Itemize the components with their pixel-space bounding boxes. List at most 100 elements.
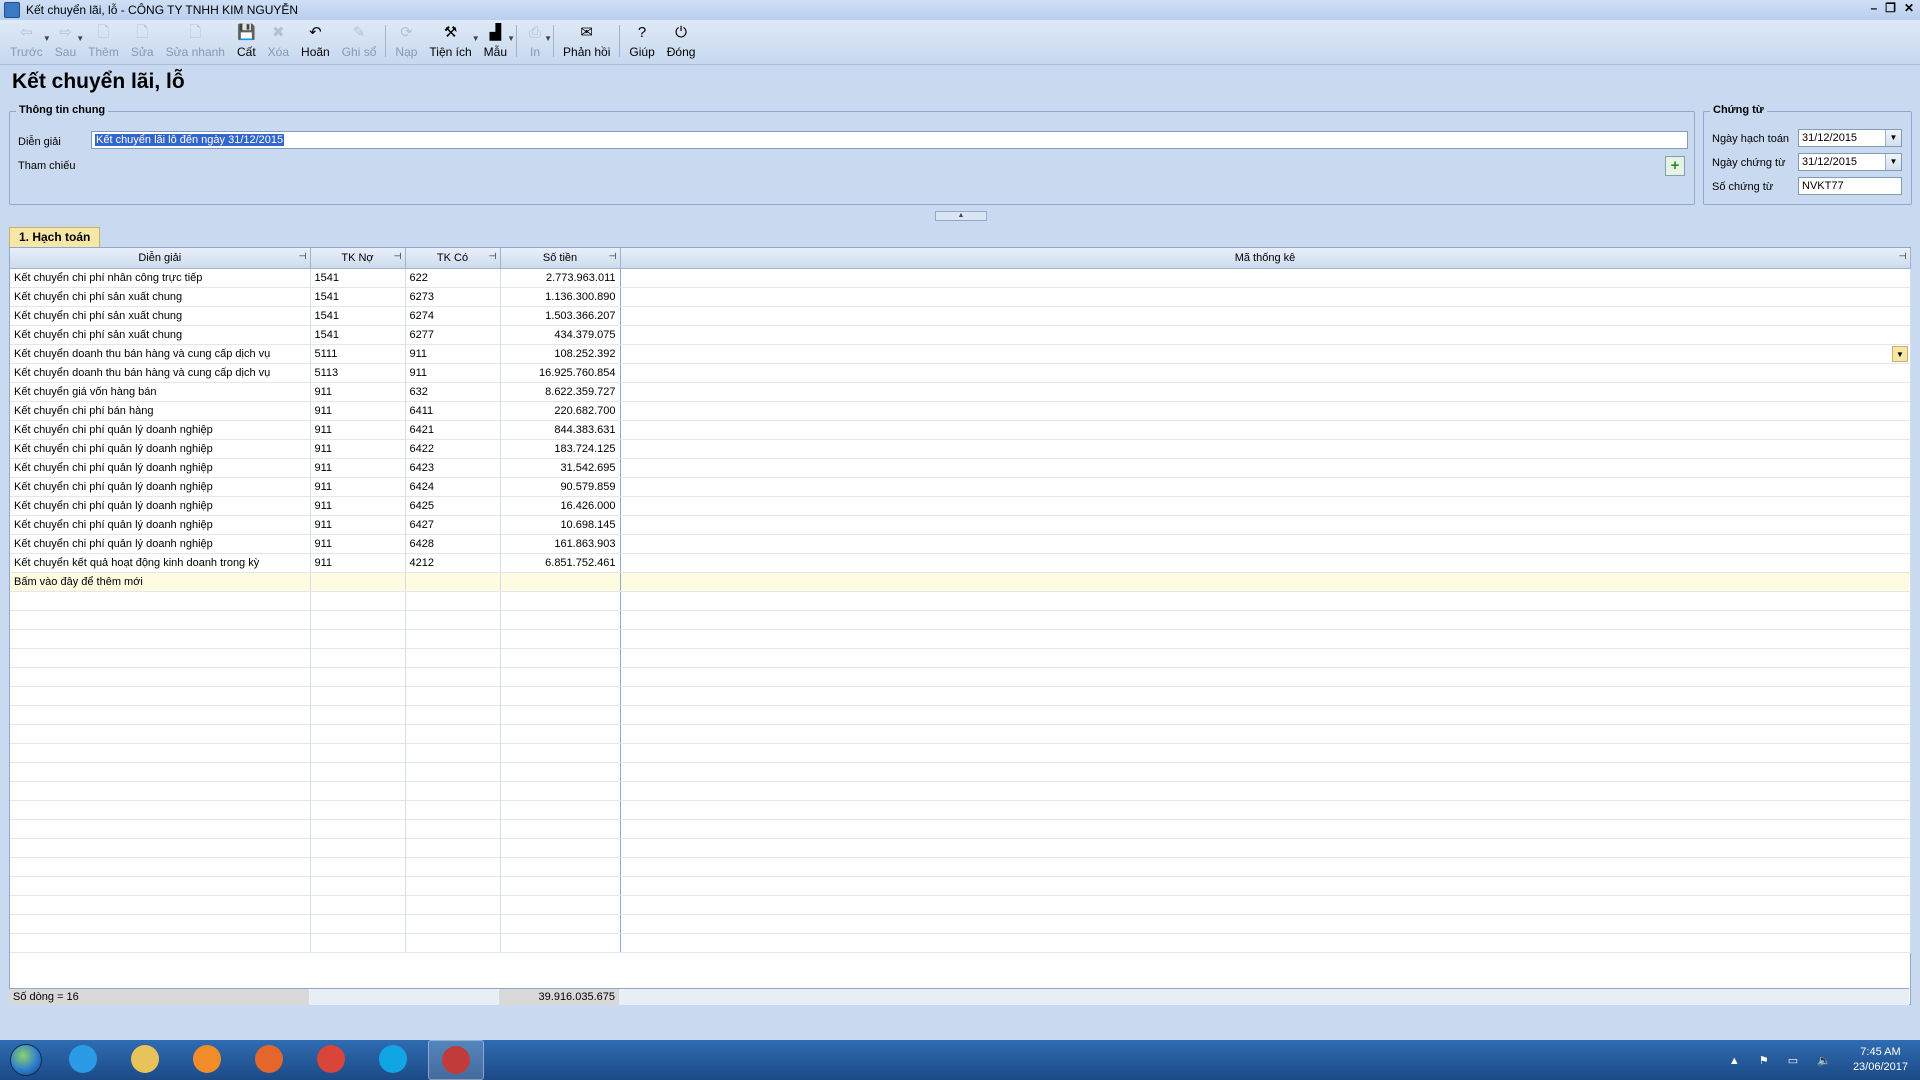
empty-row[interactable] xyxy=(10,705,1911,725)
toolbar-load-button[interactable]: ⟳ Nạp xyxy=(389,20,423,60)
empty-cell[interactable] xyxy=(10,724,311,744)
voucher-date-dropdown[interactable]: ▼ xyxy=(1885,154,1901,170)
description-cell[interactable]: Kết chuyển doanh thu bán hàng và cung cấ… xyxy=(10,344,311,364)
empty-cell[interactable] xyxy=(500,914,621,934)
credit-account-cell[interactable]: 6274 xyxy=(405,306,501,326)
empty-cell[interactable] xyxy=(405,610,501,630)
description-cell[interactable]: Kết chuyển giá vốn hàng bán xyxy=(10,382,311,402)
debit-account-cell[interactable]: 911 xyxy=(310,515,406,535)
empty-cell[interactable] xyxy=(10,819,311,839)
debit-account-cell[interactable]: 1541 xyxy=(310,268,406,288)
description-cell[interactable]: Kết chuyển chi phí quản lý doanh nghiệp xyxy=(10,515,311,535)
description-cell[interactable]: Kết chuyển chi phí quản lý doanh nghiệp xyxy=(10,439,311,459)
table-row[interactable]: Kết chuyển chi phí quản lý doanh nghiệp 9… xyxy=(10,534,1911,554)
empty-cell[interactable] xyxy=(620,781,1911,801)
empty-cell[interactable] xyxy=(405,762,501,782)
empty-row[interactable] xyxy=(10,857,1911,877)
amount-cell[interactable]: 8.622.359.727 xyxy=(500,382,621,402)
statistic-code-dropdown[interactable]: ▼ xyxy=(1892,346,1908,362)
empty-cell[interactable] xyxy=(405,933,501,953)
empty-row[interactable] xyxy=(10,743,1911,763)
empty-cell[interactable] xyxy=(500,743,621,763)
amount-cell[interactable]: 6.851.752.461 xyxy=(500,553,621,573)
taskbar-app-button[interactable] xyxy=(56,1040,110,1078)
tab-accounting[interactable]: 1. Hạch toán xyxy=(9,227,101,247)
empty-cell[interactable] xyxy=(405,838,501,858)
table-row[interactable]: Kết chuyển doanh thu bán hàng và cung cấ… xyxy=(10,344,1911,364)
table-row[interactable]: Kết chuyển chi phí bán hàng 911 6411 220.68… xyxy=(10,401,1911,421)
empty-row[interactable] xyxy=(10,724,1911,744)
toolbar-feedback-button[interactable]: ✉ Phản hồi xyxy=(557,20,616,60)
empty-cell[interactable] xyxy=(500,838,621,858)
empty-cell[interactable] xyxy=(10,610,311,630)
toolbar-edit-button[interactable]: 🗋 Sửa xyxy=(125,20,160,60)
statistic-code-cell[interactable] xyxy=(620,477,1911,497)
empty-cell[interactable] xyxy=(310,895,406,915)
minimize-button[interactable]: – xyxy=(1870,1,1877,15)
credit-account-cell[interactable]: 911 xyxy=(405,363,501,383)
empty-cell[interactable] xyxy=(405,724,501,744)
toolbar-utility-button[interactable]: ⚒ Tiện ích ▼ xyxy=(423,20,479,60)
empty-cell[interactable] xyxy=(310,648,406,668)
empty-cell[interactable] xyxy=(310,857,406,877)
empty-cell[interactable] xyxy=(620,572,1911,592)
empty-cell[interactable] xyxy=(405,800,501,820)
add-new-row[interactable]: Bấm vào đây để thêm mới xyxy=(10,572,1911,592)
statistic-code-cell[interactable] xyxy=(620,534,1911,554)
empty-cell[interactable] xyxy=(620,591,1911,611)
amount-cell[interactable]: 16.925.760.854 xyxy=(500,363,621,383)
empty-cell[interactable] xyxy=(10,743,311,763)
empty-cell[interactable] xyxy=(500,762,621,782)
empty-cell[interactable] xyxy=(310,838,406,858)
empty-cell[interactable] xyxy=(10,876,311,896)
empty-cell[interactable] xyxy=(620,933,1911,953)
debit-account-cell[interactable]: 911 xyxy=(310,439,406,459)
table-row[interactable]: Kết chuyển chi phí quản lý doanh nghiệp 9… xyxy=(10,477,1911,497)
empty-cell[interactable] xyxy=(405,648,501,668)
amount-cell[interactable]: 1.136.300.890 xyxy=(500,287,621,307)
pin-icon[interactable]: ⊣ xyxy=(299,251,307,262)
empty-cell[interactable] xyxy=(620,895,1911,915)
empty-cell[interactable] xyxy=(500,800,621,820)
amount-cell[interactable]: 90.579.859 xyxy=(500,477,621,497)
empty-cell[interactable] xyxy=(310,686,406,706)
empty-row[interactable] xyxy=(10,895,1911,915)
empty-cell[interactable] xyxy=(500,705,621,725)
clock[interactable]: 7:45 AM 23/06/2017 xyxy=(1853,1045,1908,1075)
empty-cell[interactable] xyxy=(620,819,1911,839)
debit-account-cell[interactable]: 1541 xyxy=(310,287,406,307)
empty-cell[interactable] xyxy=(500,781,621,801)
table-row[interactable]: Kết chuyển chi phí quản lý doanh nghiệp 9… xyxy=(10,420,1911,440)
taskbar-app-button[interactable] xyxy=(118,1040,172,1078)
empty-cell[interactable] xyxy=(310,610,406,630)
debit-account-cell[interactable]: 911 xyxy=(310,458,406,478)
empty-cell[interactable] xyxy=(620,724,1911,744)
empty-cell[interactable] xyxy=(500,876,621,896)
credit-account-cell[interactable]: 6411 xyxy=(405,401,501,421)
toolbar-quickedit-button[interactable]: 🗋 Sửa nhanh xyxy=(160,20,231,60)
empty-cell[interactable] xyxy=(310,781,406,801)
pin-icon[interactable]: ⊣ xyxy=(1899,251,1907,262)
toolbar-close-button[interactable]: ⏻ Đóng xyxy=(661,20,702,60)
empty-cell[interactable] xyxy=(500,667,621,687)
description-cell[interactable]: Kết chuyển chi phí quản lý doanh nghiệp xyxy=(10,496,311,516)
empty-cell[interactable] xyxy=(310,705,406,725)
empty-cell[interactable] xyxy=(10,838,311,858)
table-row[interactable]: Kết chuyển doanh thu bán hàng và cung cấ… xyxy=(10,363,1911,383)
table-row[interactable]: Kết chuyển chi phí quản lý doanh nghiệp 9… xyxy=(10,496,1911,516)
statistic-code-cell[interactable] xyxy=(620,496,1911,516)
debit-account-cell[interactable]: 911 xyxy=(310,534,406,554)
empty-cell[interactable] xyxy=(310,819,406,839)
statistic-code-cell[interactable] xyxy=(620,439,1911,459)
empty-cell[interactable] xyxy=(10,781,311,801)
add-reference-button[interactable]: + xyxy=(1665,156,1685,176)
credit-account-cell[interactable]: 6277 xyxy=(405,325,501,345)
empty-cell[interactable] xyxy=(10,629,311,649)
empty-cell[interactable] xyxy=(405,914,501,934)
window-close-button[interactable]: ✕ xyxy=(1904,1,1914,15)
credit-account-cell[interactable]: 622 xyxy=(405,268,501,288)
chevron-down-icon[interactable]: ▼ xyxy=(544,34,552,43)
amount-cell[interactable]: 16.426.000 xyxy=(500,496,621,516)
restore-button[interactable]: ❐ xyxy=(1885,1,1896,15)
empty-cell[interactable] xyxy=(405,857,501,877)
